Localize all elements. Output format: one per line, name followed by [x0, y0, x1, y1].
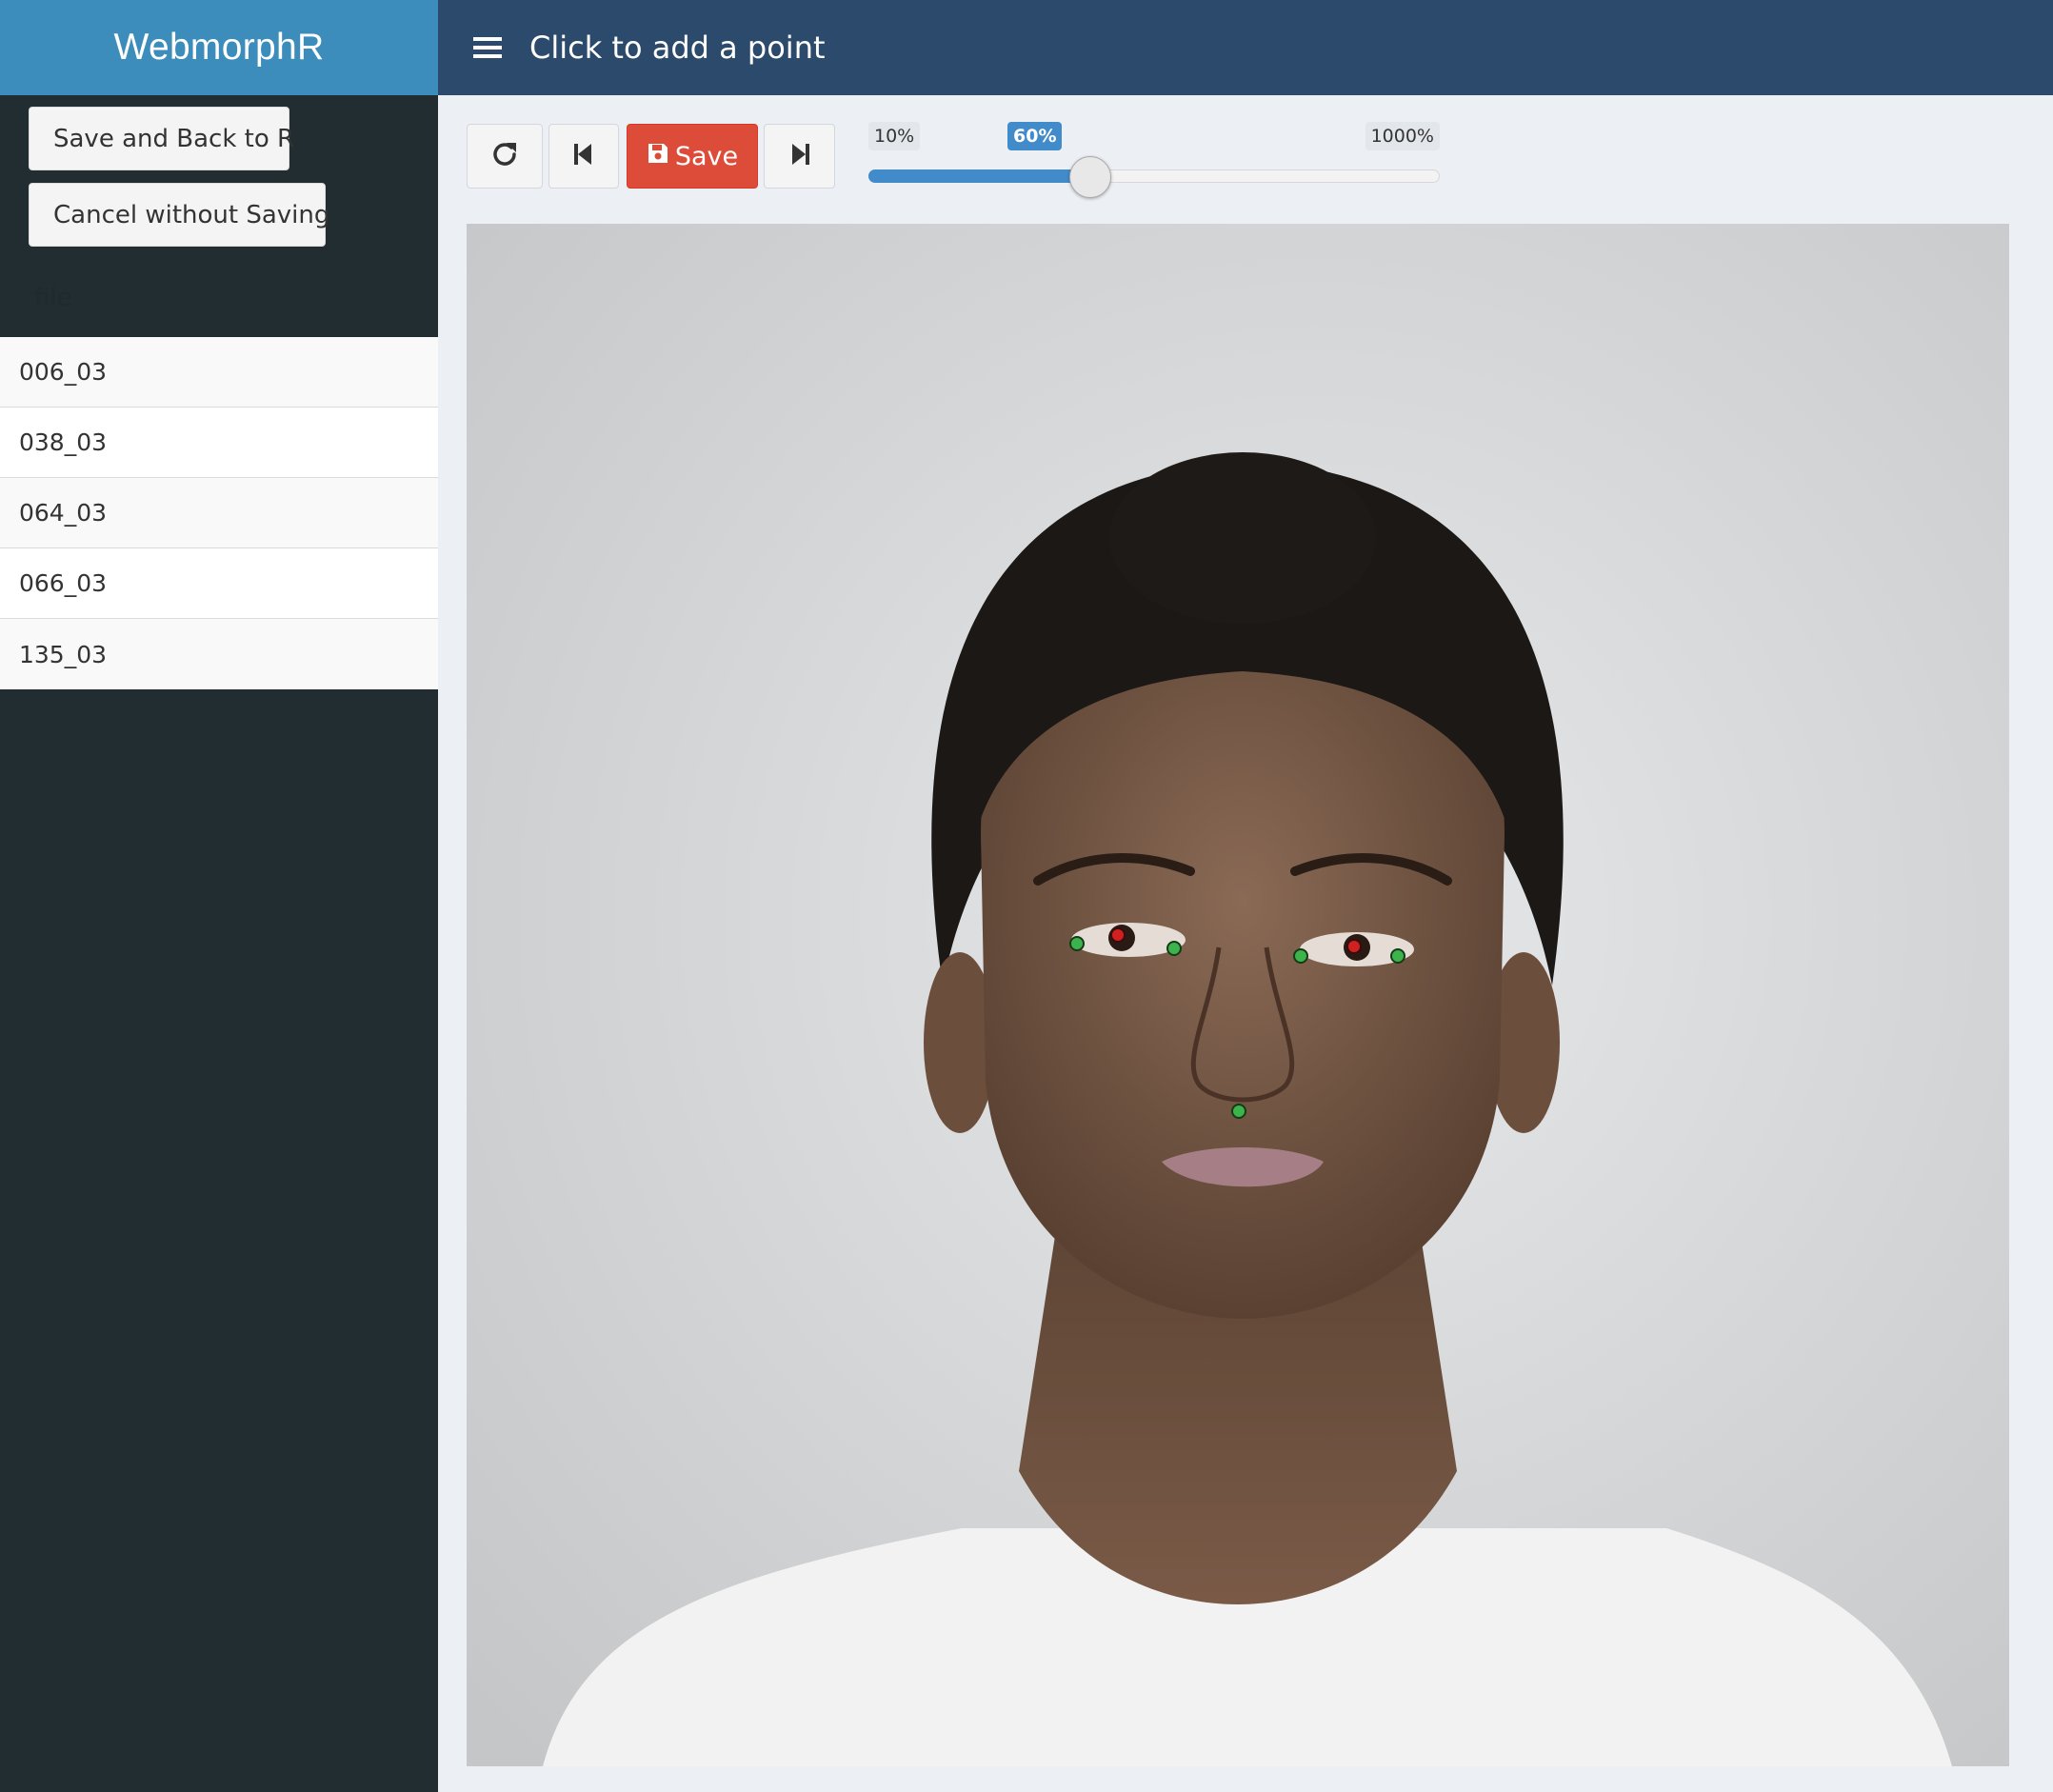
file-row-135-03[interactable]: 135_03: [0, 619, 438, 689]
face: [981, 624, 1505, 1319]
page-title: Click to add a point: [529, 30, 826, 66]
sidebar: Save and Back to R Cancel without Saving…: [0, 95, 438, 1792]
zoom-min-label: 10%: [868, 122, 921, 150]
refresh-button[interactable]: [467, 124, 543, 189]
next-image-button[interactable]: [764, 124, 835, 189]
file-row-064-03[interactable]: 064_03: [0, 478, 438, 548]
point-right-eye-outer[interactable]: [1390, 948, 1405, 964]
zoom-track-fill: [868, 169, 1091, 183]
file-row-038-03[interactable]: 038_03: [0, 408, 438, 478]
floppy-disk-icon: [647, 142, 669, 171]
skip-previous-icon: [572, 142, 595, 170]
zoom-handle[interactable]: [1069, 156, 1112, 198]
hamburger-icon[interactable]: [467, 27, 508, 69]
file-column-header: file: [34, 284, 72, 312]
point-right-eye-inner[interactable]: [1293, 948, 1308, 964]
hair-bun: [1109, 452, 1376, 624]
point-right-pupil[interactable]: [1346, 939, 1362, 954]
point-left-eye-outer[interactable]: [1069, 936, 1085, 951]
cancel-without-saving-button[interactable]: Cancel without Saving: [29, 183, 329, 247]
top-navbar: Click to add a point: [438, 0, 2053, 95]
skip-next-icon: [788, 142, 811, 170]
file-row-066-03[interactable]: 066_03: [0, 548, 438, 619]
save-and-back-button[interactable]: Save and Back to R: [29, 107, 294, 170]
point-nose-base[interactable]: [1231, 1104, 1246, 1119]
zoom-max-label: 1000%: [1365, 122, 1440, 150]
file-list: 006_03 038_03 064_03 066_03 135_03: [0, 337, 438, 689]
face-image-canvas[interactable]: [467, 224, 2009, 1766]
save-button-label: Save: [674, 141, 739, 171]
zoom-slider[interactable]: 10% 60% 1000%: [868, 120, 1440, 198]
refresh-icon: [489, 139, 520, 173]
zoom-value-label: 60%: [1007, 122, 1063, 150]
point-left-eye-inner[interactable]: [1166, 941, 1182, 956]
previous-image-button[interactable]: [548, 124, 619, 189]
file-row-006-03[interactable]: 006_03: [0, 337, 438, 408]
app-logo: WebmorphR: [0, 0, 438, 95]
point-left-pupil[interactable]: [1110, 927, 1126, 943]
save-button[interactable]: Save: [627, 124, 758, 189]
face-photo[interactable]: [467, 224, 2009, 1766]
